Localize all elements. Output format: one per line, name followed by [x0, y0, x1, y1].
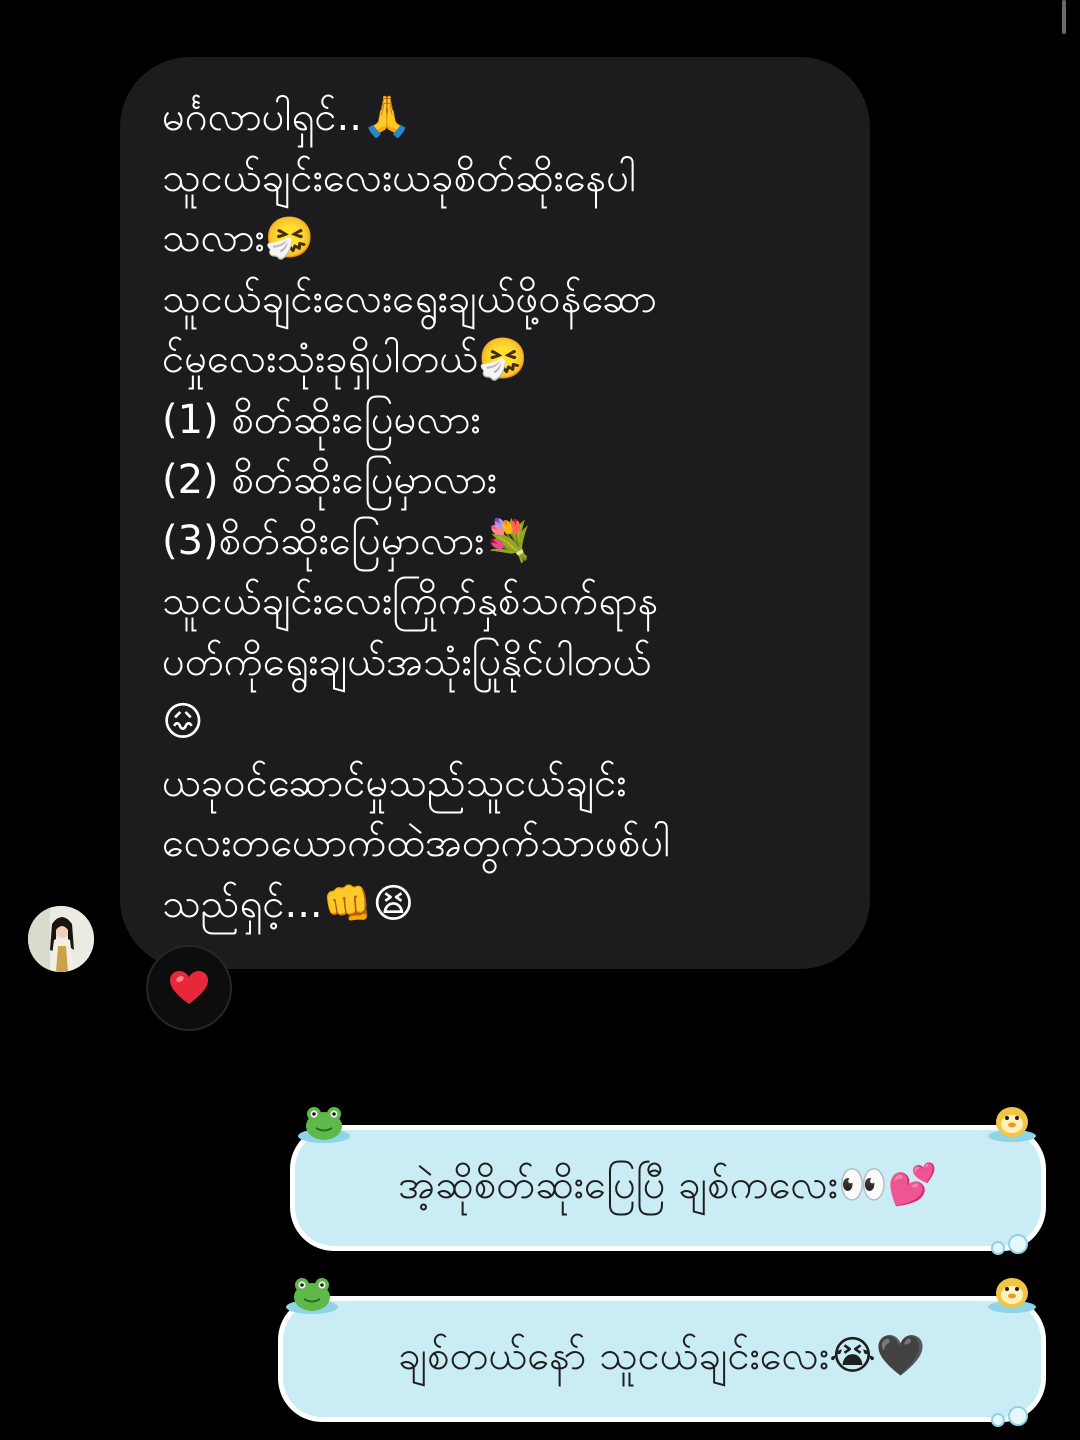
- message-line: သူငယ်ချင်းလေးကြိုက်နှစ်သက်ရာန: [162, 578, 659, 624]
- message-line: မင်္ဂလာပါရှင်..🙏: [162, 94, 412, 140]
- message-line: (1) စိတ်ဆိုးပြေမလား: [162, 396, 481, 443]
- avatar[interactable]: [28, 906, 94, 972]
- outgoing-message-bubble[interactable]: ချစ်တယ်နော် သူငယ်ချင်းလေး😭🖤: [278, 1296, 1046, 1422]
- scroll-indicator[interactable]: [1062, 0, 1066, 34]
- profile-photo-icon: [28, 906, 94, 972]
- message-line: င်မှုလေးသုံးခုရှိပါတယ်🤧: [162, 336, 529, 382]
- bubbles-icon: [991, 1234, 1028, 1255]
- bubbles-icon: [991, 1406, 1028, 1427]
- duck-sticker-icon: [988, 1107, 1036, 1142]
- message-line: သူငယ်ချင်းလေးယခုစိတ်ဆိုးနေပါ: [162, 154, 636, 201]
- frog-sticker-icon: [298, 1107, 350, 1143]
- message-line: (2) စိတ်ဆိုးပြေမှာလား: [162, 457, 498, 503]
- reaction-badge[interactable]: [146, 945, 232, 1031]
- message-line: သူငယ်ချင်းလေးရွေးချယ်ဖို့ဝန်ဆော: [162, 275, 657, 322]
- message-line: သလား🤧: [162, 215, 315, 261]
- message-line: 😖: [162, 699, 204, 745]
- frog-sticker-icon: [286, 1278, 338, 1314]
- heart-icon: [170, 971, 208, 1004]
- message-line: ပတ်ကိုရွေးချယ်အသုံးပြုနိုင်ပါတယ်: [162, 638, 652, 685]
- message-text: အဲ့ဆိုစိတ်ဆိုးပြေပြီ ချစ်ကလေး👀💕: [398, 1161, 938, 1208]
- message-text: ချစ်တယ်နော် သူငယ်ချင်းလေး😭🖤: [398, 1332, 926, 1379]
- incoming-message-bubble[interactable]: မင်္ဂလာပါရှင်..🙏 သူငယ်ချင်းလေးယခုစိတ်ဆို…: [120, 57, 870, 969]
- message-line: ယခုဝင်ဆောင်မှုသည်သူငယ်ချင်း: [162, 759, 627, 806]
- message-line: (3)စိတ်ဆိုးပြေမှာလား💐: [162, 517, 535, 564]
- duck-sticker-icon: [988, 1278, 1036, 1313]
- message-line: သည်ရှင့်...👊😫: [162, 880, 415, 927]
- message-line: လေးတယောက်ထဲအတွက်သာဖစ်ပါ: [162, 820, 671, 866]
- outgoing-message-bubble[interactable]: အဲ့ဆိုစိတ်ဆိုးပြေပြီ ချစ်ကလေး👀💕: [290, 1125, 1046, 1251]
